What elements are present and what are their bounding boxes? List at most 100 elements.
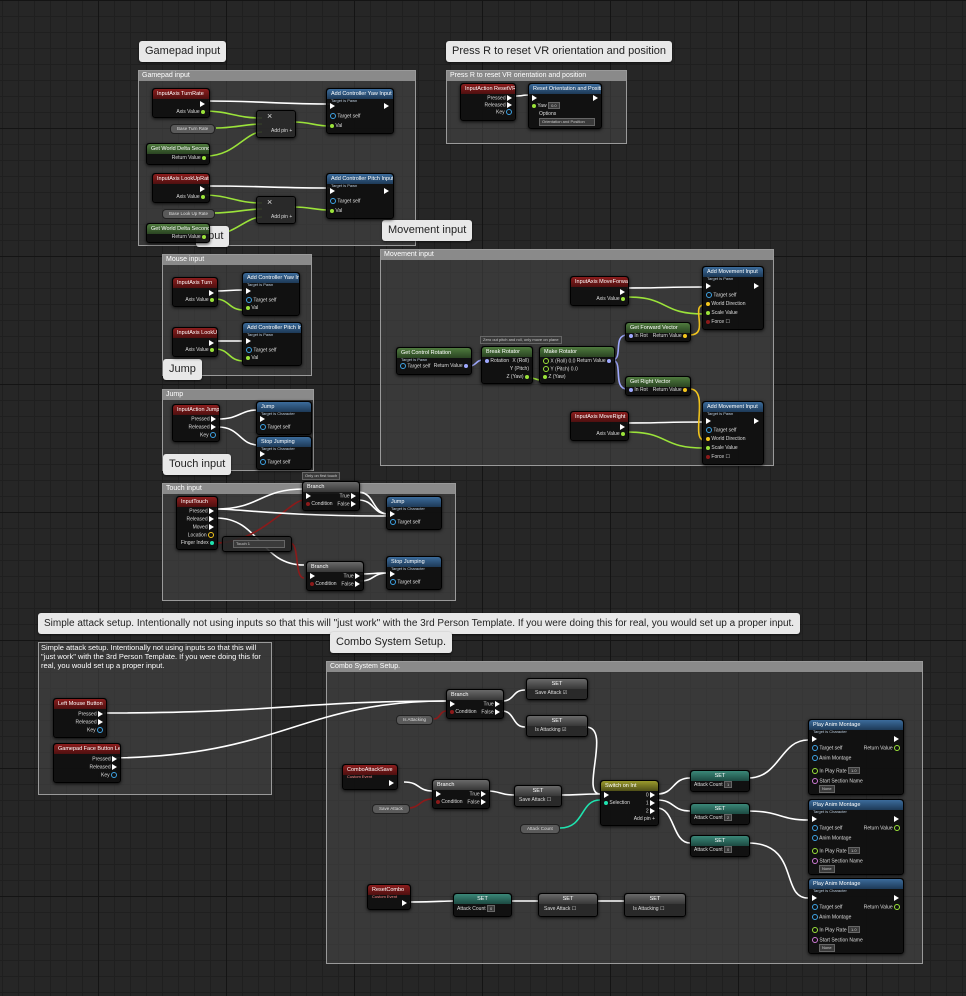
- node-add-movement-input-2[interactable]: Add Movement Input Target is Pawn Target…: [702, 401, 764, 465]
- zero-pitch-comment[interactable]: Zero out pitch and roll, only move on pl…: [480, 336, 562, 344]
- value-input[interactable]: 2: [724, 814, 733, 821]
- var-base-look-up-rate[interactable]: Base Look Up Rate: [162, 209, 216, 219]
- node-add-controller-pitch-2[interactable]: Add Controller Pitch Input Target is Paw…: [242, 322, 302, 366]
- node-set-is-attacking[interactable]: SET Is Attacking ☑: [526, 715, 588, 737]
- node-combo-attack-save[interactable]: ComboAttackSave Custom Event: [342, 764, 398, 790]
- value-input[interactable]: 0: [724, 846, 733, 853]
- pin-label: Return Value: [576, 358, 606, 364]
- comment-bubble-gamepad[interactable]: Gamepad input: [139, 41, 227, 62]
- pin-label: Axis Value: [596, 296, 620, 302]
- pin-label: Target: [267, 424, 282, 431]
- var-is-attacking[interactable]: Is Attacking: [396, 715, 434, 725]
- node-get-world-delta-2[interactable]: Get World Delta Seconds Return Value: [146, 223, 210, 243]
- pin-label: Pressed: [78, 711, 97, 718]
- node-branch-2[interactable]: Branch Condition True False: [432, 779, 490, 809]
- comment-bubble-reset[interactable]: Press R to reset VR orientation and posi…: [446, 41, 673, 62]
- rate-input[interactable]: 1.0: [848, 767, 860, 775]
- node-multiply-2[interactable]: × Add pin +: [256, 196, 296, 224]
- node-set-save-attack-false[interactable]: SET Save Attack ☐: [514, 785, 562, 807]
- node-inputaxis-moveforward[interactable]: InputAxis MoveForward Axis Value: [570, 276, 629, 306]
- node-stop-jumping-2[interactable]: Stop Jumping Target is Character Target …: [386, 556, 442, 590]
- node-inputaction-resetvr[interactable]: InputAction ResetVR Pressed Released Key: [460, 83, 516, 121]
- node-title: Switch on Int: [601, 781, 658, 791]
- section-input[interactable]: None: [819, 785, 835, 793]
- node-add-movement-input-1[interactable]: Add Movement Input Target is Pawn Target…: [702, 266, 764, 330]
- comment-bubble-combo[interactable]: Combo System Setup.: [330, 632, 453, 653]
- node-title: Branch: [307, 562, 363, 572]
- pin-label: Start Section Name: [819, 778, 863, 785]
- yaw-input[interactable]: 0.0: [548, 102, 560, 109]
- pin-label: Options: [539, 111, 557, 117]
- node-play-anim-montage-3[interactable]: Play Anim Montage Target is Character Ta…: [808, 878, 904, 954]
- section-input[interactable]: None: [819, 944, 835, 952]
- node-inputaction-jump[interactable]: InputAction Jump Pressed Released Key: [172, 404, 220, 442]
- pin-label: Return Value: [863, 825, 893, 832]
- node-add-controller-yaw[interactable]: Add Controller Yaw Input Target is Pawn …: [326, 88, 394, 134]
- touch-index-dropdown[interactable]: Touch 1: [233, 540, 285, 548]
- node-add-controller-yaw-2[interactable]: Add Controller Yaw Input Target is Pawn …: [242, 272, 300, 316]
- node-jump-2[interactable]: Jump Target is Character Target self: [386, 496, 442, 530]
- comment-bubble-attack[interactable]: Simple attack setup. Intentionally not u…: [38, 613, 801, 634]
- rate-input[interactable]: 1.0: [848, 847, 860, 855]
- pin-label: Attack Count: [694, 847, 723, 853]
- section-input[interactable]: None: [819, 865, 835, 873]
- pin-label: Attack Count: [694, 782, 723, 788]
- var-base-turn-rate[interactable]: Base Turn Rate: [170, 124, 216, 134]
- node-set-save-attack[interactable]: SET Save Attack ☑: [526, 678, 588, 700]
- node-gamepad-face-button-left[interactable]: Gamepad Face Button Left Pressed Release…: [53, 743, 121, 783]
- node-inputaxis-moveright[interactable]: InputAxis MoveRight Axis Value: [570, 411, 629, 441]
- node-left-mouse-button[interactable]: Left Mouse Button Pressed Released Key: [53, 698, 107, 738]
- node-set-attack-count-1[interactable]: SET Attack Count 1: [690, 770, 750, 792]
- node-get-forward-vector[interactable]: Get Forward Vector In Rot Return Value: [625, 322, 691, 342]
- pin-label: Force: [711, 319, 725, 325]
- only-first-touch-comment[interactable]: Only on first touch: [302, 472, 341, 480]
- node-branch-a[interactable]: Branch Condition True False: [302, 481, 360, 511]
- node-set-reset-is-attacking[interactable]: SET Is Attacking ☐: [624, 893, 686, 917]
- node-branch-b[interactable]: Branch Condition True False: [306, 561, 364, 591]
- value-input[interactable]: 0: [487, 905, 496, 912]
- node-play-anim-montage-1[interactable]: Play Anim Montage Target is Character Ta…: [808, 719, 904, 795]
- var-attack-count[interactable]: Attack Count: [520, 824, 560, 834]
- pin-label: Released: [75, 719, 97, 726]
- pin-label: Key: [495, 109, 505, 116]
- node-inputaxis-turn[interactable]: InputAxis Turn Axis Value: [172, 277, 218, 307]
- pin-label: Start Section Name: [819, 937, 863, 944]
- node-inputtouch[interactable]: InputTouch Pressed Released Moved Locati…: [176, 496, 218, 550]
- node-play-anim-montage-2[interactable]: Play Anim Montage Target is Character Ta…: [808, 799, 904, 875]
- node-stop-jumping[interactable]: Stop Jumping Target is Character Target …: [256, 436, 312, 470]
- node-make-rotator[interactable]: Make Rotator X (Roll) 0.0 Y (Pitch) 0.0 …: [539, 346, 615, 384]
- node-inputaxis-turnrate[interactable]: InputAxis TurnRate Axis Value: [152, 88, 210, 118]
- float-pin-icon[interactable]: [202, 155, 206, 160]
- comment-bubble-touch[interactable]: Touch input: [163, 454, 232, 475]
- node-set-attack-count-0[interactable]: SET Attack Count 0: [690, 835, 750, 857]
- node-break-rotator[interactable]: Break Rotator Rotation X (Roll) Y (Pitch…: [481, 346, 533, 384]
- pin-label: Anim Montage: [819, 835, 852, 842]
- add-pin-label[interactable]: Add pin +: [271, 128, 292, 134]
- node-jump[interactable]: Jump Target is Character Target self: [256, 401, 312, 435]
- node-reset-combo[interactable]: ResetCombo Custom Event: [367, 884, 411, 910]
- node-get-world-delta-1[interactable]: Get World Delta Seconds Return Value: [146, 143, 210, 165]
- value-input[interactable]: 1: [724, 781, 733, 788]
- node-get-right-vector[interactable]: Get Right Vector In Rot Return Value: [625, 376, 691, 396]
- node-inputaxis-lookup[interactable]: InputAxis LookUp Axis Value: [172, 327, 218, 357]
- add-pin-label[interactable]: Add pin +: [271, 214, 292, 220]
- node-branch-1[interactable]: Branch Condition True False: [446, 689, 504, 719]
- node-get-control-rotation[interactable]: Get Control Rotation Target is Pawn Targ…: [396, 347, 472, 375]
- node-inputaxis-lookuprate[interactable]: InputAxis LookUpRate Axis Value: [152, 173, 210, 203]
- node-set-reset-save-attack[interactable]: SET Save Attack ☐: [538, 893, 598, 917]
- rate-input[interactable]: 1.0: [848, 926, 860, 934]
- node-equal-touch[interactable]: Touch 1: [222, 536, 292, 552]
- add-pin-label[interactable]: Add pin +: [634, 816, 655, 822]
- node-switch-on-int[interactable]: Switch on Int Selection 0 1 2 Add pin +: [600, 780, 659, 826]
- node-set-attack-count-2[interactable]: SET Attack Count 2: [690, 803, 750, 825]
- comment-bubble-jump[interactable]: Jump: [163, 359, 202, 380]
- pin-label: Released: [186, 516, 208, 523]
- node-set-reset-attack-count[interactable]: SET Attack Count 0: [453, 893, 512, 917]
- float-pin-icon[interactable]: [201, 109, 205, 114]
- var-save-attack[interactable]: Save Attack: [372, 804, 410, 814]
- options-dropdown[interactable]: Orientation and Position: [539, 118, 595, 126]
- comment-bubble-movement[interactable]: Movement input: [382, 220, 473, 241]
- node-reset-orientation[interactable]: Reset Orientation and Position Yaw 0.0 O…: [528, 83, 602, 129]
- node-add-controller-pitch[interactable]: Add Controller Pitch Input Target is Paw…: [326, 173, 394, 219]
- node-multiply-1[interactable]: × Add pin +: [256, 110, 296, 138]
